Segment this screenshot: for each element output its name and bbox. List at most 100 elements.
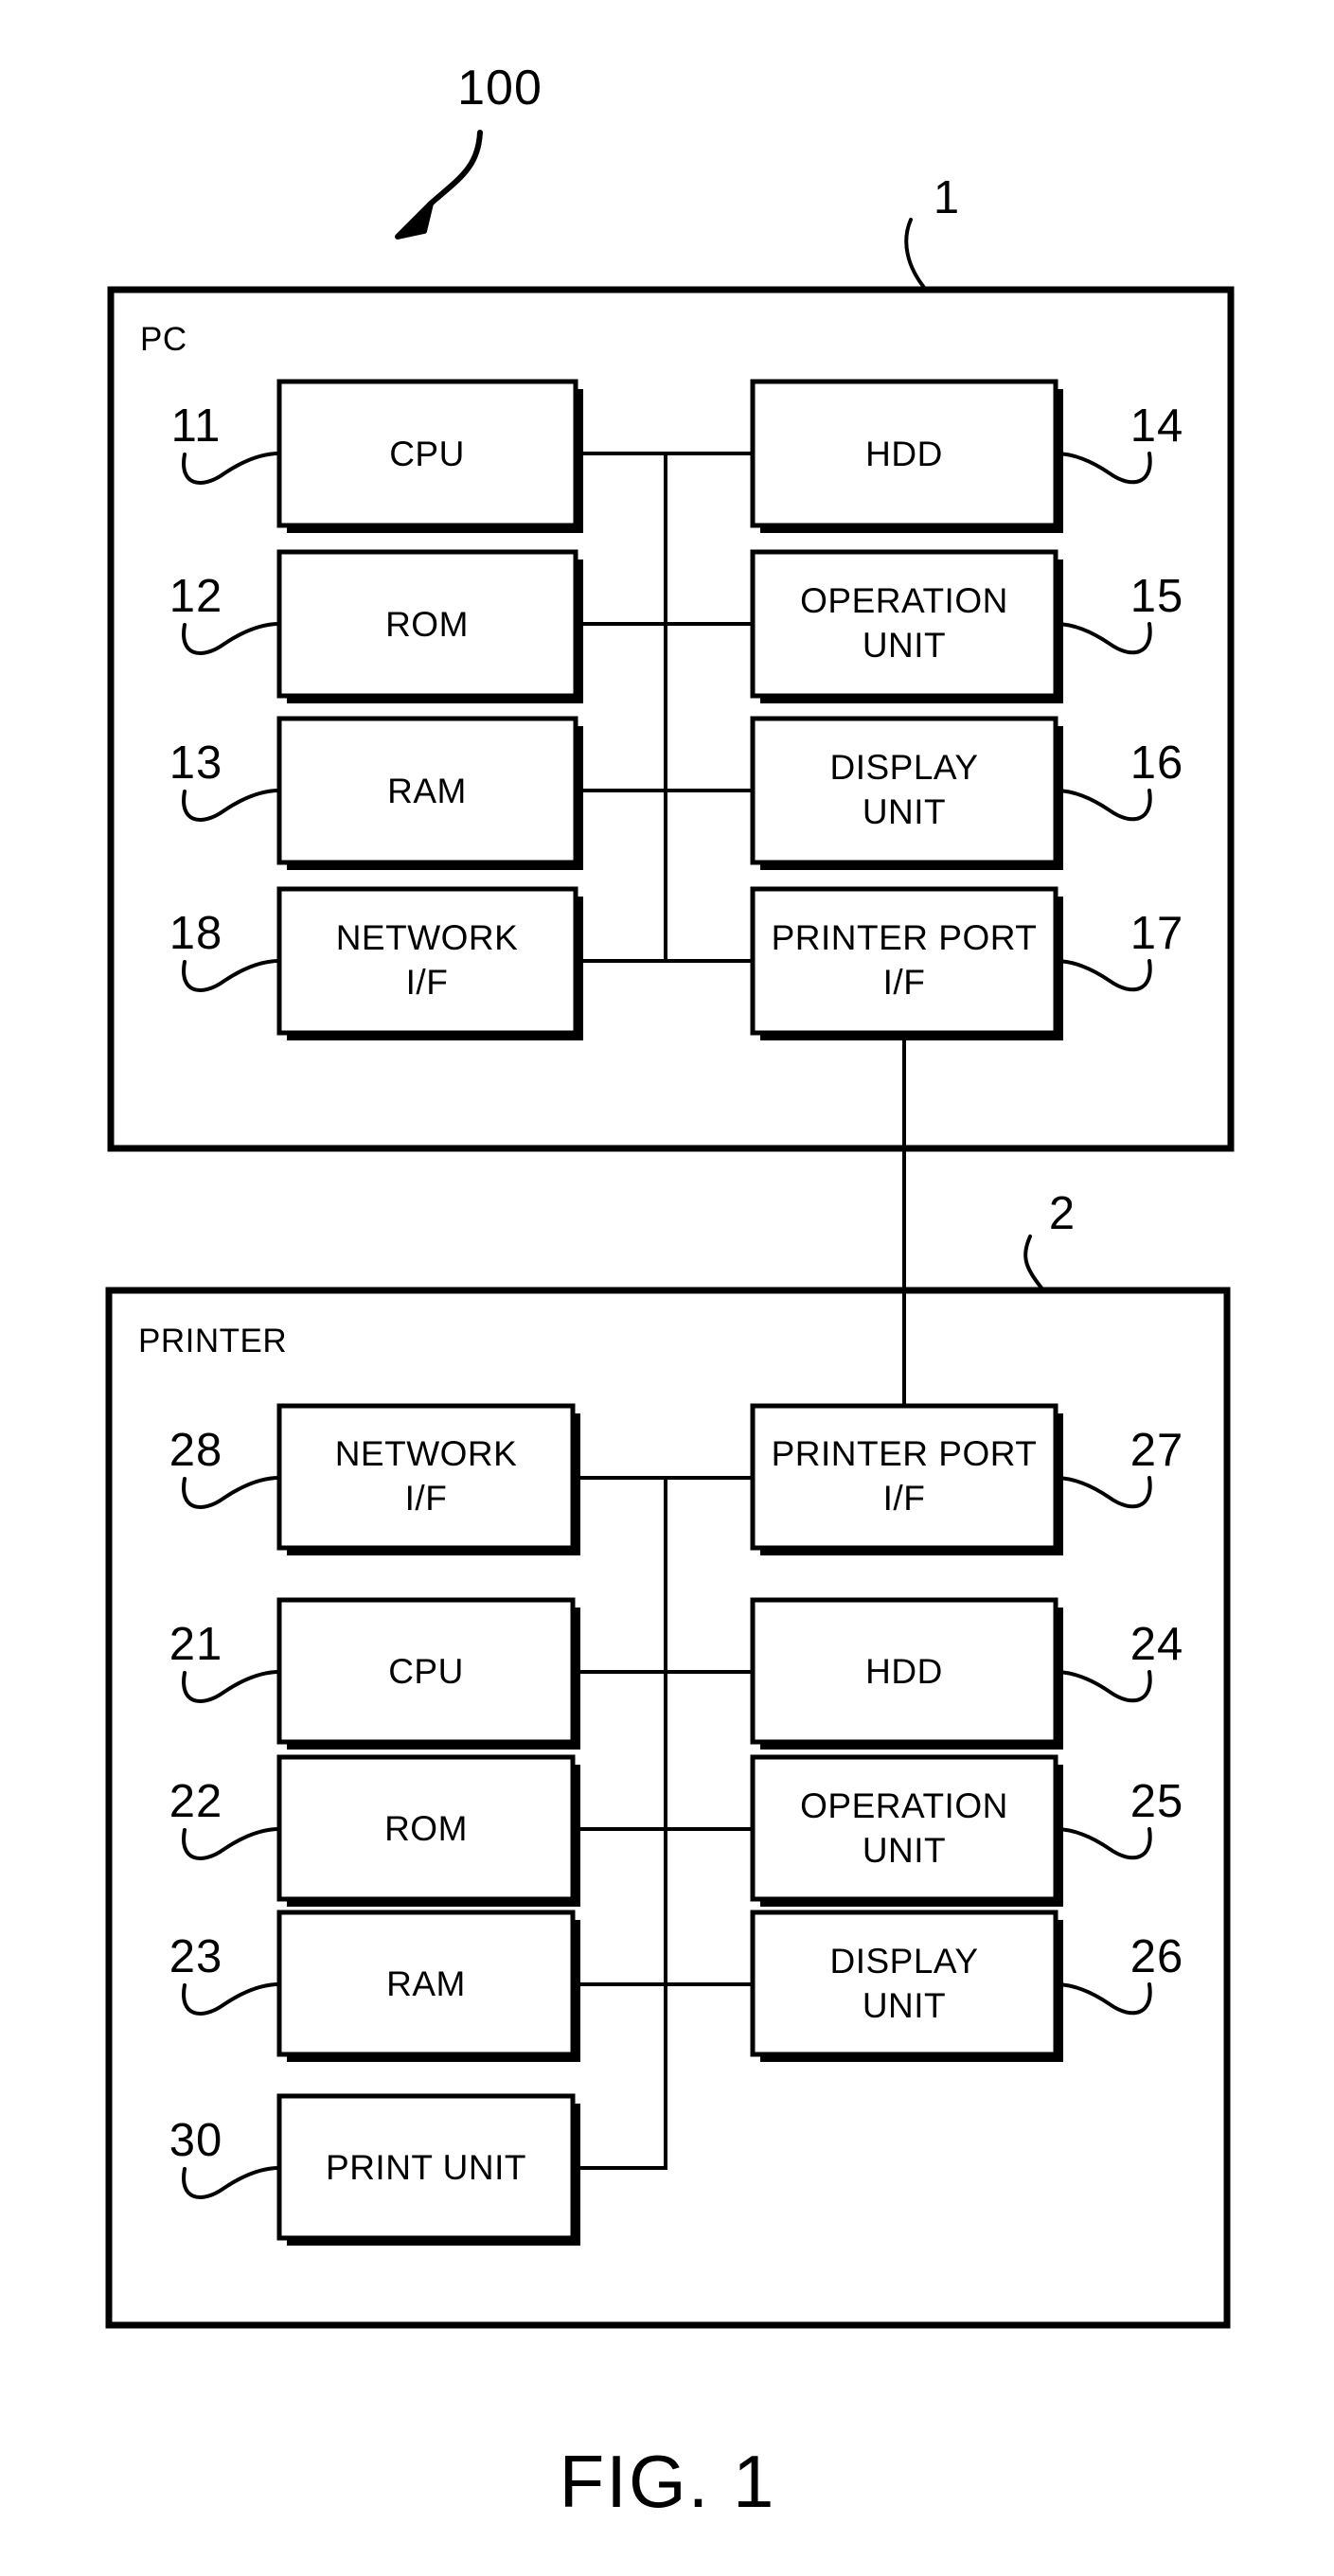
printer-operation-unit-rect bbox=[750, 1754, 1058, 1902]
printer-ram-leader bbox=[182, 1982, 281, 2016]
ref-number-25: 25 bbox=[1130, 1776, 1184, 1827]
pc-ref-leader bbox=[904, 218, 928, 292]
printer-ref-leader bbox=[1023, 1235, 1045, 1292]
printer-container-label: PRINTER bbox=[138, 1323, 287, 1359]
ref-number-23: 23 bbox=[169, 1931, 223, 1982]
ref-number-15: 15 bbox=[1130, 571, 1184, 622]
pc-network-if-label2: I/F bbox=[406, 963, 449, 1002]
ref-number-13: 13 bbox=[169, 737, 223, 789]
pc-network-if-rect bbox=[276, 886, 578, 1036]
pc-component-hdd[interactable]: HDD bbox=[750, 379, 1063, 533]
printer-component-print-unit[interactable]: PRINT UNIT bbox=[276, 2093, 580, 2246]
pc-display-unit-leader bbox=[1054, 789, 1152, 822]
pc-ram-leader bbox=[182, 789, 281, 822]
pc-hdd-label: HDD bbox=[865, 435, 943, 473]
pc-ref-callout: 1 bbox=[904, 172, 960, 292]
printer-hdd-leader bbox=[1054, 1670, 1152, 1703]
ref-number-28: 28 bbox=[169, 1425, 223, 1476]
printer-hdd-label: HDD bbox=[865, 1652, 943, 1691]
pc-hdd-ref-callout: 14 bbox=[1054, 400, 1184, 485]
pc-operation-unit-leader bbox=[1054, 622, 1152, 655]
printer-print-unit-label: PRINT UNIT bbox=[326, 2148, 526, 2187]
printer-cpu-ref-callout: 21 bbox=[169, 1619, 281, 1703]
pc-component-cpu[interactable]: CPU bbox=[276, 379, 583, 533]
pc-hdd-leader bbox=[1054, 452, 1152, 485]
printer-bus-wiring bbox=[571, 1476, 755, 2170]
ref-number-12: 12 bbox=[169, 571, 223, 622]
printer-component-display-unit[interactable]: DISPLAY UNIT bbox=[750, 1910, 1063, 2062]
printer-printer-port-if-ref-callout: 27 bbox=[1054, 1425, 1184, 1509]
ref-number-26: 26 bbox=[1130, 1931, 1184, 1982]
printer-display-unit-ref-callout: 26 bbox=[1054, 1931, 1184, 2016]
pc-rom-ref-callout: 12 bbox=[169, 571, 281, 655]
printer-cpu-leader bbox=[182, 1670, 281, 1703]
printer-operation-unit-label2: UNIT bbox=[863, 1831, 946, 1870]
pc-component-rom[interactable]: ROM bbox=[276, 549, 583, 703]
printer-printer-port-if-label: PRINTER PORT bbox=[772, 1434, 1038, 1473]
pc-ram-label: RAM bbox=[387, 772, 467, 810]
pc-network-if-ref-callout: 18 bbox=[169, 908, 281, 992]
pc-network-if-label: NETWORK bbox=[336, 918, 519, 957]
pc-component-printer-port-if[interactable]: PRINTER PORT I/F bbox=[750, 886, 1063, 1040]
pc-display-unit-rect bbox=[750, 716, 1058, 865]
system-100-callout: 100 bbox=[395, 61, 542, 240]
pc-cpu-leader bbox=[182, 452, 281, 485]
pc-printer-port-if-rect bbox=[750, 886, 1058, 1036]
pc-component-ram[interactable]: RAM bbox=[276, 716, 583, 870]
figure-canvas: 100 PC 1 CPU 11 ROM 12 RAM 13 NETWORK I/… bbox=[105, 61, 1235, 2523]
pc-printer-port-if-label2: I/F bbox=[883, 963, 926, 1002]
pc-component-operation-unit[interactable]: OPERATION UNIT bbox=[750, 549, 1063, 703]
printer-component-hdd[interactable]: HDD bbox=[750, 1597, 1063, 1750]
printer-printer-port-if-label2: I/F bbox=[883, 1479, 926, 1518]
ref-number-11: 11 bbox=[171, 400, 222, 452]
ref-number-24: 24 bbox=[1130, 1619, 1184, 1670]
pc-display-unit-label: DISPLAY bbox=[829, 748, 978, 787]
pc-operation-unit-rect bbox=[750, 549, 1058, 699]
printer-print-unit-ref-callout: 30 bbox=[169, 2115, 281, 2199]
pc-operation-unit-label: OPERATION bbox=[800, 581, 1008, 620]
printer-component-rom[interactable]: ROM bbox=[276, 1754, 580, 1907]
printer-rom-label: ROM bbox=[384, 1809, 468, 1848]
pc-printer-port-if-label: PRINTER PORT bbox=[772, 918, 1038, 957]
patent-figure-1: 100 PC 1 CPU 11 ROM 12 RAM 13 NETWORK I/… bbox=[0, 0, 1334, 2576]
ref-number-16: 16 bbox=[1130, 737, 1184, 789]
ref-number-14: 14 bbox=[1130, 400, 1184, 452]
ref-number-21: 21 bbox=[169, 1619, 223, 1670]
pc-cpu-ref-callout: 11 bbox=[171, 400, 281, 485]
printer-network-if-label2: I/F bbox=[405, 1479, 448, 1518]
printer-printer-port-if-rect bbox=[750, 1403, 1058, 1551]
printer-network-if-rect bbox=[276, 1403, 576, 1551]
pc-ram-ref-callout: 13 bbox=[169, 737, 281, 822]
printer-component-printer-port-if[interactable]: PRINTER PORT I/F bbox=[750, 1403, 1063, 1555]
pc-network-if-leader bbox=[182, 959, 281, 992]
pc-printer-port-if-ref-callout: 17 bbox=[1054, 908, 1184, 992]
pc-display-unit-label2: UNIT bbox=[863, 792, 946, 831]
system-100-leader bbox=[428, 130, 483, 206]
printer-component-operation-unit[interactable]: OPERATION UNIT bbox=[750, 1754, 1063, 1907]
pc-operation-unit-label2: UNIT bbox=[863, 626, 946, 665]
ref-number-17: 17 bbox=[1130, 908, 1184, 959]
printer-component-cpu[interactable]: CPU bbox=[276, 1597, 580, 1750]
printer-network-if-ref-callout: 28 bbox=[169, 1425, 281, 1509]
ref-number-27: 27 bbox=[1130, 1425, 1184, 1476]
printer-component-ram[interactable]: RAM bbox=[276, 1910, 580, 2062]
printer-component-network-if[interactable]: NETWORK I/F bbox=[276, 1403, 580, 1555]
printer-print-unit-leader bbox=[182, 2166, 281, 2199]
ref-number-18: 18 bbox=[169, 908, 223, 959]
printer-ram-ref-callout: 23 bbox=[169, 1931, 281, 2016]
printer-printer-port-if-leader bbox=[1054, 1476, 1152, 1509]
printer-network-if-leader bbox=[182, 1476, 281, 1509]
pc-component-display-unit[interactable]: DISPLAY UNIT bbox=[750, 716, 1063, 870]
printer-ram-label: RAM bbox=[386, 1964, 466, 2003]
ref-number-pc: 1 bbox=[934, 172, 960, 223]
printer-operation-unit-leader bbox=[1054, 1827, 1152, 1860]
printer-hdd-ref-callout: 24 bbox=[1054, 1619, 1184, 1703]
pc-printer-port-if-leader bbox=[1054, 959, 1152, 992]
pc-operation-unit-ref-callout: 15 bbox=[1054, 571, 1184, 655]
pc-component-network-if[interactable]: NETWORK I/F bbox=[276, 886, 583, 1040]
printer-network-if-label: NETWORK bbox=[335, 1434, 518, 1473]
printer-cpu-label: CPU bbox=[388, 1652, 464, 1691]
printer-operation-unit-ref-callout: 25 bbox=[1054, 1776, 1184, 1860]
printer-rom-leader bbox=[182, 1827, 281, 1860]
printer-display-unit-label: DISPLAY bbox=[829, 1942, 978, 1981]
